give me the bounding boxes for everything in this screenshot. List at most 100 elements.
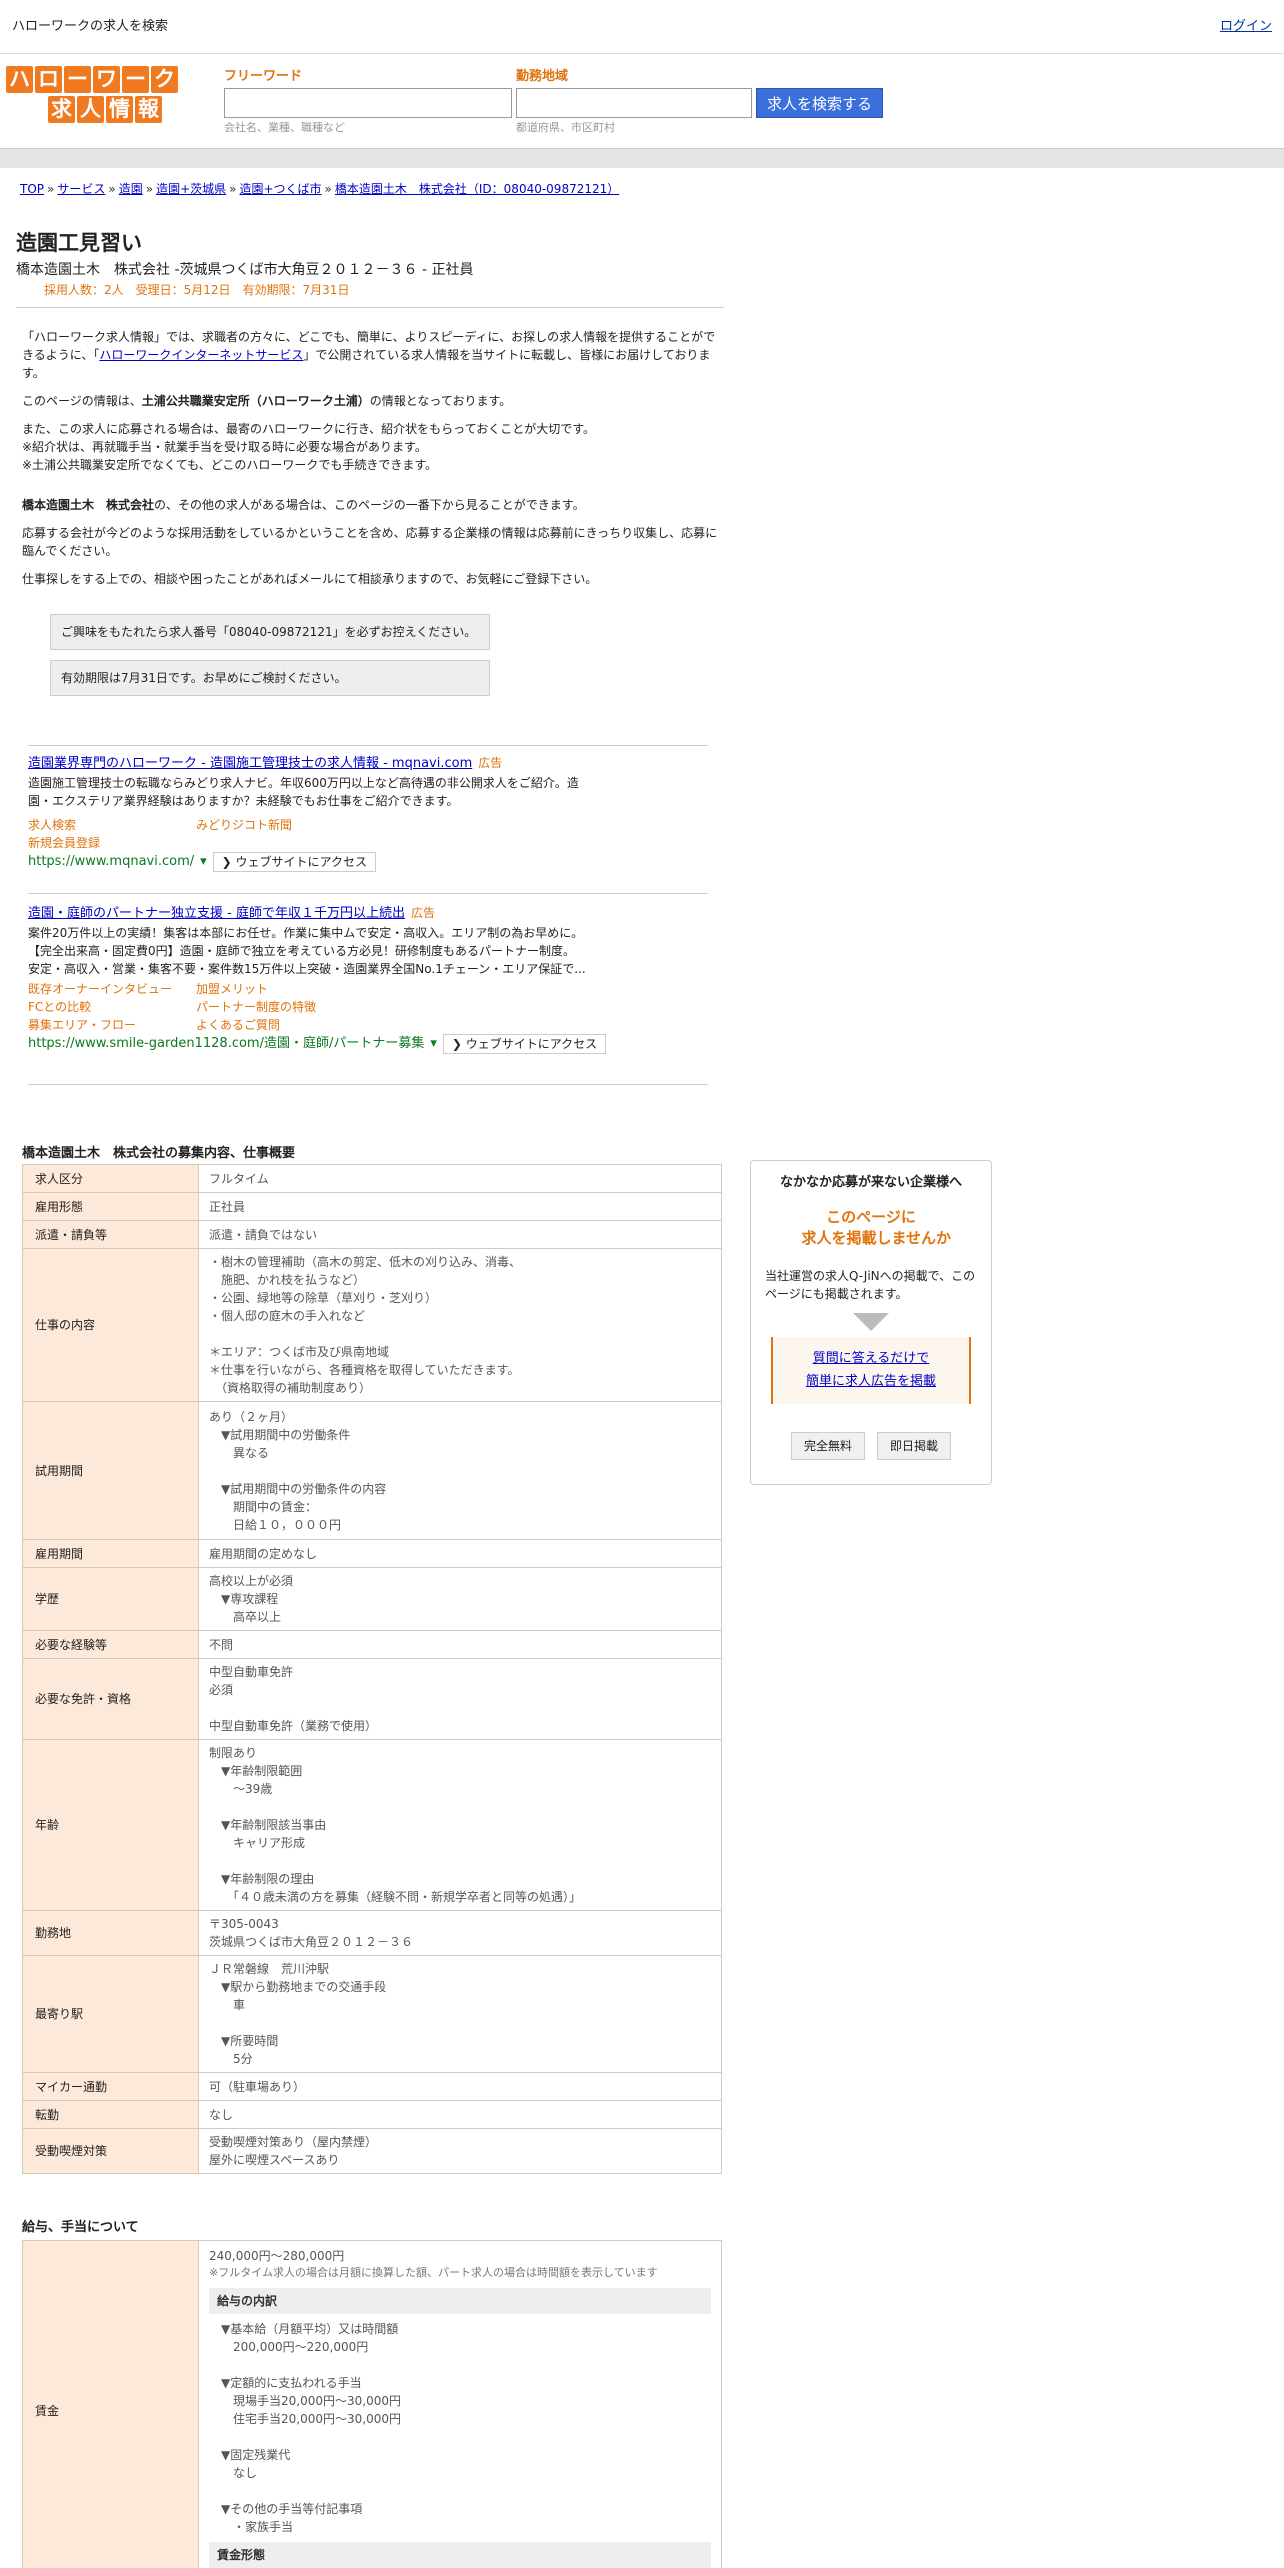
intro-office: このページの情報は、土浦公共職業安定所（ハローワーク土浦）の情報となっております… — [22, 394, 512, 408]
salary-breakdown: ▼基本給（月額平均）又は時間額 200,000円〜220,000円 ▼定額的に支… — [221, 2321, 401, 2534]
table-row: 派遣・請負等 派遣・請負ではない — [22, 1220, 722, 1249]
ad2-url[interactable]: https://www.smile-garden1128.com/造園・庭師/パ… — [28, 1034, 424, 1054]
table-value: 正社員 — [198, 1192, 722, 1221]
ad-block-1: 造園業界専門のハローワーク - 造園施工管理技士の求人情報 - mqnavi.c… — [28, 754, 708, 872]
table-row: 仕事の内容 ・樹木の管理補助（高木の剪定、低木の刈り込み、消毒、 施肥、かれ枝を払… — [22, 1248, 722, 1402]
table-row: マイカー通勤 可（駐車場あり） — [22, 2072, 722, 2101]
free-badge: 完全無料 — [790, 1431, 865, 1460]
table-row: 学歴 高校以上が必須 ▼専攻課程 高卒以上 — [22, 1567, 722, 1631]
ad2-sitelink[interactable]: よくあるご質問 — [196, 1016, 396, 1034]
table-key: 勤務地 — [22, 1910, 199, 1956]
table-row: 必要な免許・資格 中型自動車免許 必須 中型自動車免許（業務で使用） — [22, 1658, 722, 1740]
hellowork-internet-link[interactable]: ハローワークインターネットサービス — [99, 348, 303, 362]
ad1-sitelink[interactable]: みどりジコト新聞 — [196, 816, 396, 834]
logo-char: ワ — [93, 66, 120, 93]
table-value: 高校以上が必須 ▼専攻課程 高卒以上 — [198, 1567, 722, 1631]
table-key: 必要な経験等 — [22, 1630, 199, 1659]
table-key: 派遣・請負等 — [22, 1220, 199, 1249]
table-row: 賃金 240,000円〜280,000円 ※フルタイム求人の場合は月額に換算した… — [22, 2240, 722, 2568]
logo-char: ー — [64, 66, 91, 93]
table-value: 中型自動車免許 必須 中型自動車免許（業務で使用） — [198, 1658, 722, 1740]
table-value: 雇用期間の定めなし — [198, 1539, 722, 1568]
ad1-url[interactable]: https://www.mqnavi.com/ — [28, 852, 194, 872]
area-label: 勤務地域 — [516, 69, 569, 85]
table-row: 年齢 制限あり ▼年齢制限範囲 〜39歳 ▼年齢制限該当事由 キャリア形成 ▼年齢… — [22, 1739, 722, 1911]
table-key: 転勤 — [22, 2100, 199, 2129]
top-bar: ハローワークの求人を検索 ログイン — [0, 0, 1284, 54]
ad1-sitelink[interactable]: 求人検索 — [28, 816, 196, 834]
keyword-label: フリーワード — [224, 69, 303, 85]
ad2-visit-button[interactable]: ❯ ウェブサイトにアクセス — [442, 1033, 607, 1054]
table-row: 求人区分 フルタイム — [22, 1164, 722, 1193]
table-key: 受動喫煙対策 — [22, 2128, 199, 2174]
promo-link-question[interactable]: 質問に答えるだけで — [813, 1351, 930, 1366]
breadcrumb-link[interactable]: 造園 — [119, 182, 143, 196]
table-value: あり（２ヶ月） ▼試用期間中の労働条件 異なる ▼試用期間中の労働条件の内容 期… — [198, 1401, 722, 1540]
keyword-input[interactable] — [224, 88, 512, 118]
table-value: 可（駐車場あり） — [198, 2072, 722, 2101]
arrow-down-icon — [853, 1312, 889, 1331]
table-row: 最寄り駅 ＪＲ常磐線 荒川沖駅 ▼駅から勤務地までの交通手段 車 ▼所要時間 5分 — [22, 1955, 722, 2073]
ad1-sitelink[interactable]: 新規会員登録 — [28, 834, 196, 852]
breadcrumb-link[interactable]: 造園+茨城県 — [156, 182, 226, 196]
logo-char: 人 — [77, 96, 104, 123]
site-logo[interactable]: ハローワーク 求人情報 — [6, 66, 182, 123]
table-value: 制限あり ▼年齢制限範囲 〜39歳 ▼年齢制限該当事由 キャリア形成 ▼年齢制限… — [198, 1739, 722, 1911]
header-divider — [0, 148, 1284, 168]
site-heading: ハローワークの求人を検索 — [12, 18, 169, 34]
page-title: 造園工見習い — [16, 231, 142, 255]
table-key: 学歴 — [22, 1567, 199, 1631]
table-key: 賃金 — [22, 2240, 199, 2568]
ad2-sitelink[interactable]: パートナー制度の特徴 — [196, 998, 396, 1016]
logo-char: 情 — [106, 96, 133, 123]
intro-contact: 仕事探しをする上での、相談や困ったことがあればメールにて相談承りますので、お気軽… — [22, 572, 598, 586]
intro-section: 「ハローワーク求人情報」では、求職者の方々に、どこでも、簡単に、よりスピーディに… — [22, 328, 722, 706]
table-key: マイカー通勤 — [22, 2072, 199, 2101]
search-button[interactable]: 求人を検索する — [756, 88, 884, 118]
table-value: 受動喫煙対策あり（屋内禁煙） 屋外に喫煙スペースあり — [198, 2128, 722, 2174]
search-form: フリーワード 会社名、業種、職種など 勤務地域 都道府県、市区町村 求人を検索す… — [224, 66, 884, 137]
table-value: 不問 — [198, 1630, 722, 1659]
ad1-sitelinks: 求人検索 みどりジコト新聞 新規会員登録 — [28, 816, 708, 852]
promo-links: 質問に答えるだけで 簡単に求人広告を掲載 — [771, 1336, 971, 1404]
breadcrumb-link[interactable]: サービス — [57, 182, 105, 196]
header: ハローワーク 求人情報 フリーワード 会社名、業種、職種など 勤務地域 都道府県… — [0, 54, 1284, 148]
table-row: 雇用期間 雇用期間の定めなし — [22, 1539, 722, 1568]
table-row: 転勤 なし — [22, 2100, 722, 2129]
wage-type-heading: 賃金形態 — [209, 2541, 711, 2568]
breadcrumb-link[interactable]: TOP — [20, 182, 44, 196]
login-link[interactable]: ログイン — [1220, 17, 1272, 37]
ad2-title-link[interactable]: 造園・庭師のパートナー独立支援 - 庭師で年収１千万円以上続出 — [28, 906, 405, 921]
table-key: 最寄り駅 — [22, 1955, 199, 2073]
logo-char: ー — [122, 66, 149, 93]
ad1-visit-button[interactable]: ❯ ウェブサイトにアクセス — [212, 851, 376, 872]
breadcrumb-link[interactable]: 橋本造園土木 株式会社（ID：08040-09872121） — [335, 182, 619, 196]
ad1-url-row: https://www.mqnavi.com/▾ ❯ ウェブサイトにアクセス — [28, 851, 708, 872]
table-value: ＪＲ常磐線 荒川沖駅 ▼駅から勤務地までの交通手段 車 ▼所要時間 5分 — [198, 1955, 722, 2073]
breadcrumb-link[interactable]: 造園+つくば市 — [239, 182, 321, 196]
table-row: 受動喫煙対策 受動喫煙対策あり（屋内禁煙） 屋外に喫煙スペースあり — [22, 2128, 722, 2174]
area-input[interactable] — [516, 88, 752, 118]
ad2-sitelink[interactable]: FCとの比較 — [28, 998, 196, 1016]
spec-section-title: 橋本造園土木 株式会社の募集内容、仕事概要 — [22, 1146, 296, 1161]
logo-char: 報 — [135, 96, 162, 123]
promo-description: 当社運営の求人Q-JiNへの掲載で、このページにも掲載されます。 — [765, 1268, 976, 1301]
area-hint: 都道府県、市区町村 — [516, 121, 615, 134]
ad-tag: 広告 — [478, 756, 503, 770]
logo-char: ハ — [6, 66, 33, 93]
logo-char: ク — [151, 66, 178, 93]
employer-promo-box: なかなか応募が来ない企業様へ このページに 求人を掲載しませんか 当社運営の求人… — [750, 1160, 992, 1485]
ad2-sitelink[interactable]: 既存オーナーインタビュー — [28, 980, 196, 998]
ad1-description: 造園施工管理技士の転職ならみどり求人ナビ。年収600万円以上など高待遇の非公開求… — [28, 775, 579, 808]
keyword-hint: 会社名、業種、職種など — [224, 121, 345, 134]
job-number-note: ご興味をもたれたら求人番号「08040-09872121」を必ずお控えください。 — [50, 614, 490, 650]
table-key: 仕事の内容 — [22, 1248, 199, 1402]
ad2-url-row: https://www.smile-garden1128.com/造園・庭師/パ… — [28, 1033, 708, 1054]
ad2-sitelink[interactable]: 募集エリア・フロー — [28, 1016, 196, 1034]
job-meta: 採用人数：2人 受理日：5月12日 有効期限：7月31日 — [44, 282, 350, 297]
ad2-sitelink[interactable]: 加盟メリット — [196, 980, 396, 998]
table-key: 雇用期間 — [22, 1539, 199, 1568]
ad1-title-link[interactable]: 造園業界専門のハローワーク - 造園施工管理技士の求人情報 - mqnavi.c… — [28, 756, 472, 771]
salary-range: 240,000円〜280,000円 — [209, 2249, 345, 2264]
promo-link-post[interactable]: 簡単に求人広告を掲載 — [806, 1374, 936, 1389]
